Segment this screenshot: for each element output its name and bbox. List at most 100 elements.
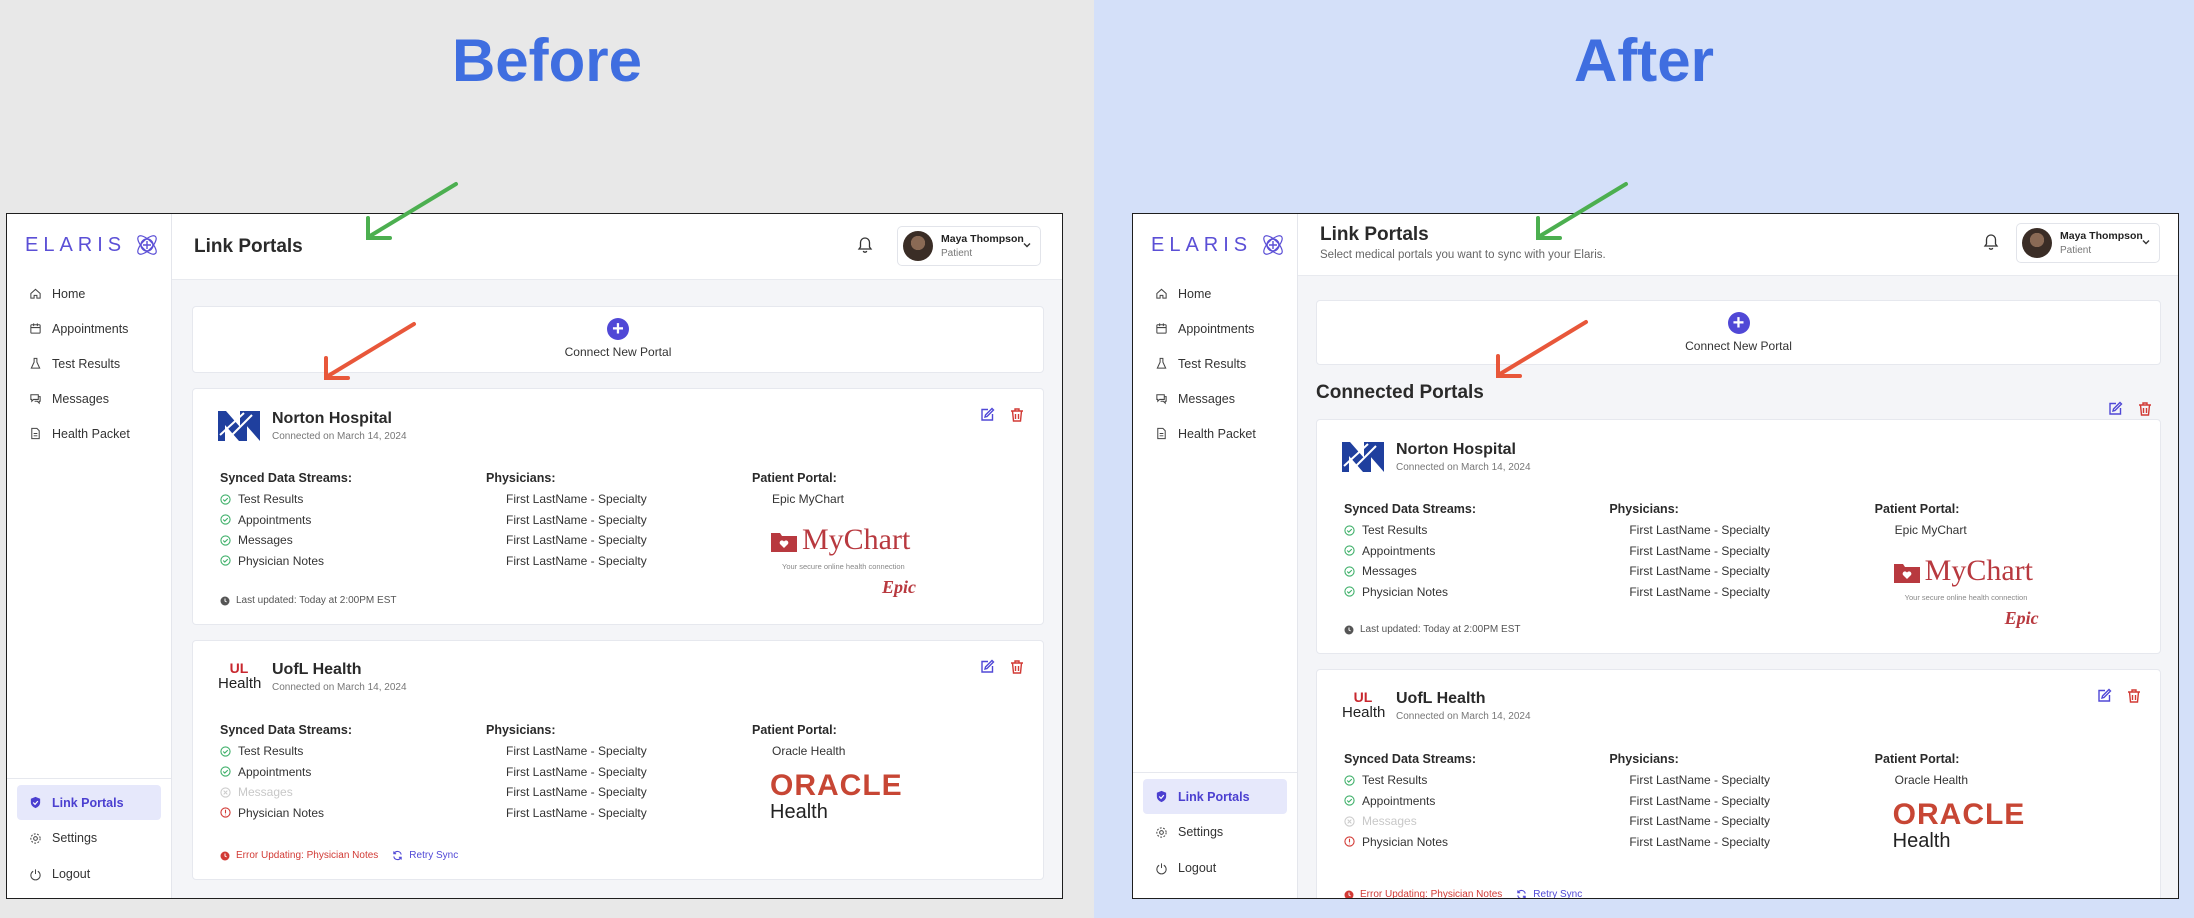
sidebar-item-label: Health Packet (52, 426, 130, 441)
sidebar-item-link-portals[interactable]: Link Portals (1143, 779, 1287, 814)
stream-row: Appointments (220, 762, 486, 783)
disabled-circle-icon (1344, 816, 1355, 827)
power-icon (1156, 862, 1167, 874)
edit-icon[interactable] (2107, 401, 2123, 417)
card-actions (2096, 688, 2142, 704)
physicians-header: Physicians: (486, 723, 556, 737)
physician-row: First LastName - Specialty (506, 512, 647, 527)
trash-icon[interactable] (2137, 401, 2153, 417)
hospital-name: UofL Health (272, 661, 362, 678)
stream-row: Appointments (220, 510, 486, 531)
sidebar-item-test-results[interactable]: Test Results (7, 346, 171, 381)
card-footer: Error Updating: Physician Notes Retry Sy… (220, 850, 458, 861)
after-app-window: ELARIS Home Appointments Test Results Me… (1132, 213, 2179, 899)
retry-sync-button[interactable]: Retry Sync (392, 850, 458, 861)
physician-row: First LastName - Specialty (1629, 793, 1771, 808)
sidebar-item-settings[interactable]: Settings (1133, 814, 1297, 850)
trash-icon[interactable] (1009, 659, 1025, 675)
error-status: Error Updating: Physician Notes (1344, 889, 1502, 898)
portal-name: Epic MyChart (1894, 523, 1967, 537)
sidebar-item-label: Messages (52, 391, 109, 406)
trash-icon[interactable] (2126, 688, 2142, 704)
sidebar-item-link-portals[interactable]: Link Portals (17, 785, 161, 820)
uofl-logo-text: Health (1342, 704, 1386, 721)
card-actions (979, 407, 1025, 423)
portal-column: Patient Portal: Oracle Health ORACLE Hea… (752, 723, 1018, 823)
stream-row: Messages (220, 782, 486, 803)
sidebar-item-health-packet[interactable]: Health Packet (1133, 416, 1297, 451)
chevron-down-icon (1023, 243, 1031, 248)
mychart-brand: MyChart (802, 523, 911, 556)
sidebar-item-logout[interactable]: Logout (7, 856, 171, 892)
connect-new-portal-button[interactable]: + Connect New Portal (1316, 300, 2161, 365)
card-header: Norton Hospital Connected on March 14, 2… (218, 409, 407, 443)
card-details: Synced Data Streams: Test Results Appoin… (1344, 752, 2140, 852)
physicians-column: Physicians: First LastName - Specialty F… (486, 471, 752, 603)
sidebar-item-logout[interactable]: Logout (1133, 850, 1297, 886)
uofl-logo: UL Health (1342, 690, 1386, 722)
before-app-window: ELARIS Home Appointments Test Results Me… (6, 213, 1063, 899)
gear-icon (1156, 826, 1167, 838)
sidebar-item-appointments[interactable]: Appointments (1133, 311, 1297, 346)
sidebar-item-label: Appointments (1178, 321, 1255, 336)
last-updated-text: Last updated: Today at 2:00PM EST (236, 595, 397, 606)
refresh-icon (393, 850, 403, 861)
sidebar-item-settings[interactable]: Settings (7, 820, 171, 856)
chat-icon (1156, 394, 1167, 405)
card-header: Norton Hospital Connected on March 14, 2… (1342, 440, 1531, 474)
check-circle-icon (220, 746, 231, 757)
check-circle-icon (220, 494, 231, 505)
stream-label: Test Results (238, 492, 304, 507)
edit-icon[interactable] (979, 407, 995, 423)
physician-row: First LastName - Specialty (506, 785, 647, 800)
bell-icon[interactable] (1983, 233, 1999, 251)
retry-sync-button[interactable]: Retry Sync (1516, 889, 1582, 898)
portal-header: Patient Portal: (752, 723, 837, 737)
streams-column: Synced Data Streams: Test Results Appoin… (1344, 752, 1609, 852)
logo[interactable]: ELARIS (1133, 214, 1297, 262)
portal-card-uofl: UL Health UofL Health Connected on March… (1316, 669, 2161, 898)
streams-header: Synced Data Streams: (1344, 752, 1477, 766)
sidebar: ELARIS Home Appointments Test Results Me… (7, 214, 172, 898)
user-menu[interactable]: Maya Thompson Patient (897, 226, 1041, 266)
mychart-logo: MyChart Your secure online health connec… (1893, 554, 2053, 634)
logo-text: ELARIS (25, 233, 127, 256)
before-panel: Before ELARIS Home Appointments Test Res… (0, 0, 1094, 918)
sidebar-item-label: Home (52, 286, 86, 301)
edit-icon[interactable] (979, 659, 995, 675)
sidebar-item-health-packet[interactable]: Health Packet (7, 416, 171, 451)
sidebar-item-messages[interactable]: Messages (1133, 381, 1297, 416)
mychart-tagline: Your secure online health connection (1904, 593, 2028, 602)
plus-icon: + (607, 318, 629, 340)
clock-icon (220, 596, 230, 605)
gear-icon (30, 832, 41, 844)
stream-label: Messages (238, 533, 293, 548)
edit-icon[interactable] (2096, 688, 2112, 704)
trash-icon[interactable] (1009, 407, 1025, 423)
physicians-column: Physicians: First LastName - Specialty F… (486, 723, 752, 823)
before-heading: Before (451, 27, 643, 94)
sidebar-item-appointments[interactable]: Appointments (7, 311, 171, 346)
user-menu[interactable]: Maya Thompson Patient (2016, 223, 2160, 263)
sidebar-item-label: Home (1178, 286, 1212, 301)
main-content: Link Portals Maya Thompson Patient + Con… (172, 214, 1062, 898)
avatar (903, 231, 933, 261)
top-bar: Link Portals Select medical portals you … (1298, 214, 2178, 276)
page-title: Link Portals (194, 236, 303, 257)
physician-row: First LastName - Specialty (1629, 773, 1771, 788)
physician-row: First LastName - Specialty (1629, 543, 1771, 558)
norton-logo (218, 411, 260, 442)
sidebar-item-home[interactable]: Home (1133, 276, 1297, 311)
stream-label: Physician Notes (1362, 584, 1449, 599)
chat-icon (30, 394, 41, 405)
bell-icon[interactable] (857, 236, 873, 254)
oracle-health-logo: ORACLE Health (1893, 800, 2043, 853)
stream-label: Physician Notes (238, 553, 325, 568)
sidebar-item-test-results[interactable]: Test Results (1133, 346, 1297, 381)
logo[interactable]: ELARIS (7, 214, 171, 262)
flask-icon (30, 357, 41, 369)
sidebar-item-home[interactable]: Home (7, 276, 171, 311)
sidebar-item-messages[interactable]: Messages (7, 381, 171, 416)
mychart-folder-icon (1893, 564, 1920, 583)
after-panel: After ELARIS Home Appointments Test Resu… (1094, 0, 2194, 918)
